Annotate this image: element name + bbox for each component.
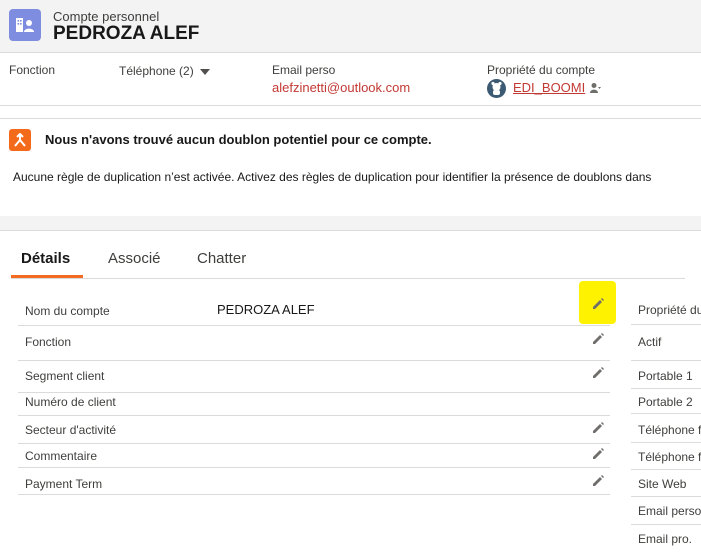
field-segment-client: Segment client: [18, 361, 610, 393]
field-fonction: Fonction: [18, 326, 610, 361]
duplicate-title: Nous n'avons trouvé aucun doublon potent…: [45, 132, 432, 147]
edit-pencil-icon[interactable]: [591, 474, 605, 493]
field-label: Secteur d'activité: [25, 423, 117, 437]
change-owner-icon[interactable]: [589, 81, 601, 99]
edit-pencil-icon[interactable]: [591, 332, 605, 351]
row-divider: [631, 388, 701, 389]
duplicate-body: Aucune règle de duplication n’est activé…: [13, 170, 652, 184]
owner-label: Propriété du compte: [487, 63, 596, 77]
spacer: [0, 216, 701, 230]
owner-avatar-icon: [487, 79, 506, 98]
field-label-right: Site Web: [638, 477, 687, 491]
field-commentaire: Commentaire: [18, 444, 610, 468]
chevron-down-icon: [199, 68, 210, 75]
field-label: Fonction: [25, 335, 72, 349]
email-label: Email perso: [272, 63, 336, 77]
owner-link[interactable]: EDI_BOOMI: [513, 80, 585, 95]
field-payment-term: Payment Term: [18, 468, 610, 495]
person-account-icon: [9, 9, 41, 41]
object-type-label: Compte personnel: [53, 9, 160, 24]
field-label-right: Email pro.: [638, 532, 693, 546]
tab-chatter[interactable]: Chatter: [197, 250, 246, 267]
row-divider: [631, 413, 701, 414]
field-account-name: Nom du compte PEDROZA ALEF: [18, 281, 616, 326]
field-label-right: Portable 1: [638, 369, 693, 383]
duplicate-check-card: Nous n'avons trouvé aucun doublon potent…: [0, 118, 701, 218]
active-tab-indicator: [11, 275, 83, 278]
email-link[interactable]: alefzinetti@outlook.com: [272, 80, 410, 95]
field-label-right: Actif: [638, 335, 662, 349]
telephone-label: Téléphone (2): [119, 64, 194, 78]
row-divider: [631, 442, 701, 443]
field-label-right: Propriété du: [638, 303, 701, 317]
row-divider: [631, 496, 701, 497]
row-divider: [631, 469, 701, 470]
row-divider: [631, 360, 701, 361]
tab-details[interactable]: Détails: [21, 250, 70, 267]
telephone-dropdown[interactable]: Téléphone (2): [119, 64, 210, 78]
field-label: Segment client: [25, 369, 105, 383]
field-label-right: Téléphone f: [638, 450, 701, 464]
tab-related[interactable]: Associé: [108, 250, 161, 267]
details-section: Détails Associé Chatter Nom du compte PE…: [0, 230, 701, 557]
field-label-right: Portable 2: [638, 395, 693, 409]
tab-divider: [11, 278, 685, 279]
field-label-right: Email perso: [638, 504, 701, 518]
merge-icon: [9, 129, 31, 151]
spacer: [0, 106, 701, 118]
highlights-panel: Fonction Téléphone (2) Email perso alefz…: [0, 53, 701, 106]
edit-pencil-icon[interactable]: [579, 281, 616, 324]
edit-pencil-icon[interactable]: [591, 447, 605, 466]
field-numero-client: Numéro de client: [18, 393, 610, 416]
edit-pencil-icon[interactable]: [591, 366, 605, 385]
row-divider: [631, 524, 701, 525]
field-label: Numéro de client: [25, 395, 116, 409]
field-label: Payment Term: [25, 477, 103, 491]
field-label: Nom du compte: [25, 304, 110, 318]
field-label: Commentaire: [25, 449, 98, 463]
field-secteur-activite: Secteur d'activité: [18, 416, 610, 444]
row-divider: [631, 324, 701, 325]
record-name: PEDROZA ALEF: [53, 23, 200, 44]
fonction-label: Fonction: [9, 63, 56, 77]
field-label-right: Téléphone f: [638, 423, 701, 437]
field-value: PEDROZA ALEF: [217, 302, 315, 317]
record-header: Compte personnel PEDROZA ALEF: [0, 0, 701, 53]
edit-pencil-icon[interactable]: [591, 421, 605, 440]
